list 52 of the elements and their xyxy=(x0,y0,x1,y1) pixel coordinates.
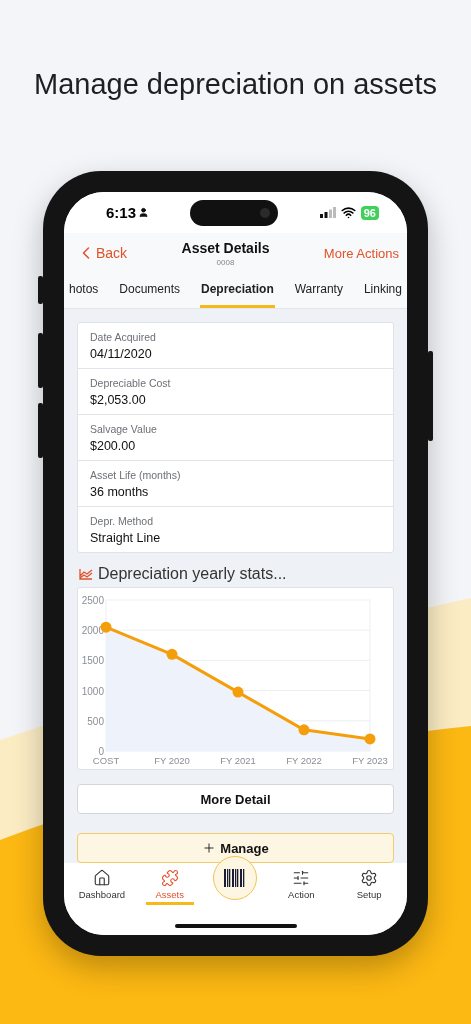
field-label: Date Acquired xyxy=(90,330,157,343)
field-label: Depr. Method xyxy=(90,514,155,527)
barcode-icon xyxy=(224,869,247,888)
signal-icon xyxy=(319,207,336,219)
field-value: Straight Line xyxy=(90,530,162,545)
sliders-icon xyxy=(292,869,311,888)
plus-icon xyxy=(202,841,217,856)
data-point xyxy=(364,733,376,745)
field-value: 04/11/2020 xyxy=(90,346,153,361)
headline: Manage depreciation on assets xyxy=(32,67,438,101)
x-tick-label: FY 2020 xyxy=(154,755,190,767)
field-label: Salvage Value xyxy=(90,422,158,435)
section-title: Depreciation yearly stats... xyxy=(98,565,287,584)
y-tick-label: 500 xyxy=(87,716,104,728)
y-tick-label: 1000 xyxy=(81,686,104,698)
tab[interactable]: hotos xyxy=(68,273,100,309)
nav-item[interactable]: Assets xyxy=(145,869,194,906)
person-icon xyxy=(138,207,150,219)
nav-item[interactable]: Action xyxy=(277,869,326,906)
field-label: Asset Life (months) xyxy=(90,468,182,481)
x-tick-label: COST xyxy=(92,755,120,767)
x-tick-label: FY 2023 xyxy=(352,755,388,767)
field-value: 36 months xyxy=(90,484,150,499)
y-tick-label: 1500 xyxy=(81,655,104,667)
field-label: Depreciable Cost xyxy=(90,376,172,389)
battery-indicator: 96 xyxy=(360,205,379,220)
nav-item[interactable]: Setup xyxy=(345,869,394,906)
chart-icon xyxy=(79,568,93,581)
field-value: $200.00 xyxy=(90,438,137,453)
x-tick-label: FY 2021 xyxy=(220,755,256,767)
manage-button[interactable]: Manage xyxy=(77,833,394,864)
data-point xyxy=(232,687,244,699)
more-actions-link[interactable]: More Actions xyxy=(323,245,399,261)
back-link[interactable]: Back xyxy=(76,243,128,264)
nav-item[interactable]: Dashboard xyxy=(77,869,126,906)
y-tick-label: 2500 xyxy=(81,595,104,607)
status-time: 6:13 xyxy=(106,204,150,222)
home-icon xyxy=(92,869,111,888)
data-point xyxy=(298,724,310,736)
more-detail-button[interactable]: More Detail xyxy=(77,784,394,815)
field-value: $2,053.00 xyxy=(90,392,147,407)
y-tick-label: 0 xyxy=(98,746,104,758)
tab[interactable]: Documents xyxy=(118,273,182,309)
page-title: Asset Details xyxy=(181,239,270,256)
wifi-icon xyxy=(340,205,356,221)
asset-number: 0008 xyxy=(216,257,235,267)
data-point xyxy=(166,649,178,661)
settings-icon xyxy=(360,869,379,888)
tab[interactable]: Warranty xyxy=(293,273,344,309)
tab[interactable]: Linking xyxy=(362,273,403,309)
puzzle-icon xyxy=(160,869,179,888)
x-tick-label: FY 2022 xyxy=(286,755,322,767)
